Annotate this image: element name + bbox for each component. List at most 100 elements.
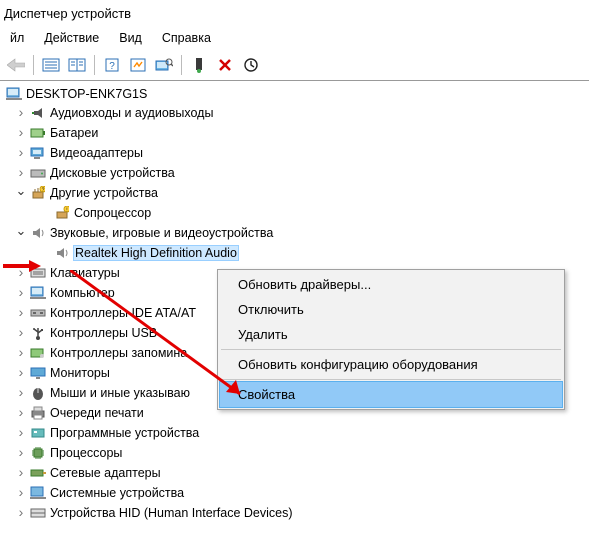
category-disk-drives[interactable]: Дисковые устройства bbox=[4, 163, 589, 183]
help-button[interactable]: ? bbox=[100, 54, 124, 76]
category-label: Клавиатуры bbox=[50, 266, 120, 280]
category-label: Аудиовходы и аудиовыходы bbox=[50, 106, 213, 120]
category-audio-io[interactable]: Аудиовходы и аудиовыходы bbox=[4, 103, 589, 123]
menubar: йл Действие Вид Справка bbox=[0, 27, 589, 51]
display-adapter-icon bbox=[30, 145, 46, 161]
expander-icon[interactable] bbox=[14, 426, 28, 440]
expander-icon[interactable] bbox=[14, 326, 28, 340]
menu-file[interactable]: йл bbox=[0, 29, 34, 47]
toolbar-separator bbox=[94, 55, 95, 75]
category-network-adapters[interactable]: Сетевые адаптеры bbox=[4, 463, 589, 483]
category-label: Устройства HID (Human Interface Devices) bbox=[50, 506, 293, 520]
disable-button[interactable] bbox=[239, 54, 263, 76]
computer-icon bbox=[6, 86, 22, 102]
storage-icon bbox=[30, 345, 46, 361]
system-icon bbox=[30, 485, 46, 501]
expander-icon[interactable] bbox=[14, 506, 28, 520]
expander-icon[interactable] bbox=[14, 286, 28, 300]
category-other-devices[interactable]: ? Другие устройства bbox=[4, 183, 589, 203]
other-devices-icon: ? bbox=[30, 185, 46, 201]
svg-text:?: ? bbox=[109, 61, 115, 72]
category-label: Дисковые устройства bbox=[50, 166, 175, 180]
unknown-device-icon: ! bbox=[54, 205, 70, 221]
category-batteries[interactable]: Батареи bbox=[4, 123, 589, 143]
expander-icon[interactable] bbox=[14, 486, 28, 500]
expander-icon[interactable] bbox=[14, 446, 28, 460]
disk-icon bbox=[30, 165, 46, 181]
scan-hardware-button[interactable] bbox=[152, 54, 176, 76]
category-label: Программные устройства bbox=[50, 426, 199, 440]
category-label: Компьютер bbox=[50, 286, 115, 300]
device-coprocessor[interactable]: ! Сопроцессор bbox=[4, 203, 589, 223]
category-label: Контроллеры запомина bbox=[50, 346, 187, 360]
expander-icon[interactable] bbox=[14, 366, 28, 380]
expander-icon[interactable] bbox=[14, 226, 28, 240]
printer-icon bbox=[30, 405, 46, 421]
category-label: Другие устройства bbox=[50, 186, 158, 200]
category-sound-video-game[interactable]: Звуковые, игровые и видеоустройства bbox=[4, 223, 589, 243]
category-label: Мониторы bbox=[50, 366, 110, 380]
expander-icon[interactable] bbox=[14, 346, 28, 360]
device-label: Сопроцессор bbox=[74, 206, 151, 220]
device-realtek-audio[interactable]: Realtek High Definition Audio bbox=[4, 243, 589, 263]
svg-text:?: ? bbox=[42, 188, 45, 194]
context-menu: Обновить драйверы... Отключить Удалить О… bbox=[217, 269, 565, 410]
window-title: Диспетчер устройств bbox=[0, 0, 589, 27]
category-label: Системные устройства bbox=[50, 486, 184, 500]
toolbar-separator bbox=[181, 55, 182, 75]
tree-root[interactable]: DESKTOP-ENK7G1S bbox=[4, 85, 589, 103]
expander-icon[interactable] bbox=[14, 386, 28, 400]
detail-view-button[interactable] bbox=[39, 54, 63, 76]
expander-icon[interactable] bbox=[14, 466, 28, 480]
ctx-delete[interactable]: Удалить bbox=[220, 322, 562, 347]
expander-icon[interactable] bbox=[14, 126, 28, 140]
ctx-separator bbox=[221, 349, 561, 350]
toolbar: ? bbox=[0, 51, 589, 81]
category-label: Сетевые адаптеры bbox=[50, 466, 161, 480]
menu-help[interactable]: Справка bbox=[152, 29, 221, 47]
category-label: Очереди печати bbox=[50, 406, 144, 420]
computer-icon bbox=[30, 285, 46, 301]
menu-action[interactable]: Действие bbox=[34, 29, 109, 47]
category-label: Мыши и иные указываю bbox=[50, 386, 190, 400]
software-icon bbox=[30, 425, 46, 441]
ctx-disable[interactable]: Отключить bbox=[220, 297, 562, 322]
category-hid[interactable]: Устройства HID (Human Interface Devices) bbox=[4, 503, 589, 523]
category-software-devices[interactable]: Программные устройства bbox=[4, 423, 589, 443]
ide-icon bbox=[30, 305, 46, 321]
svg-text:!: ! bbox=[66, 208, 67, 214]
category-label: Процессоры bbox=[50, 446, 122, 460]
show-hidden-button[interactable] bbox=[126, 54, 150, 76]
category-video-adapters[interactable]: Видеоадаптеры bbox=[4, 143, 589, 163]
ctx-scan-hardware[interactable]: Обновить конфигурацию оборудования bbox=[220, 352, 562, 377]
toolbar-separator bbox=[33, 55, 34, 75]
expander-icon[interactable] bbox=[14, 186, 28, 200]
uninstall-button[interactable] bbox=[213, 54, 237, 76]
menu-view[interactable]: Вид bbox=[109, 29, 152, 47]
expander-icon[interactable] bbox=[14, 266, 28, 280]
expander-icon[interactable] bbox=[14, 306, 28, 320]
network-icon bbox=[30, 465, 46, 481]
device-label: Realtek High Definition Audio bbox=[74, 246, 238, 260]
properties-button[interactable] bbox=[65, 54, 89, 76]
sound-device-icon bbox=[54, 245, 70, 261]
mouse-icon bbox=[30, 385, 46, 401]
expander-icon[interactable] bbox=[14, 146, 28, 160]
update-driver-button[interactable] bbox=[187, 54, 211, 76]
keyboard-icon bbox=[30, 265, 46, 281]
sound-icon bbox=[30, 225, 46, 241]
expander-icon[interactable] bbox=[14, 166, 28, 180]
category-label: Батареи bbox=[50, 126, 98, 140]
back-button[interactable] bbox=[4, 54, 28, 76]
category-label: Контроллеры IDE ATA/AT bbox=[50, 306, 196, 320]
ctx-update-drivers[interactable]: Обновить драйверы... bbox=[220, 272, 562, 297]
expander-icon[interactable] bbox=[14, 106, 28, 120]
ctx-properties[interactable]: Свойства bbox=[220, 382, 562, 407]
category-label: Звуковые, игровые и видеоустройства bbox=[50, 226, 273, 240]
monitor-icon bbox=[30, 365, 46, 381]
category-system-devices[interactable]: Системные устройства bbox=[4, 483, 589, 503]
cpu-icon bbox=[30, 445, 46, 461]
battery-icon bbox=[30, 125, 46, 141]
expander-icon[interactable] bbox=[14, 406, 28, 420]
category-processors[interactable]: Процессоры bbox=[4, 443, 589, 463]
